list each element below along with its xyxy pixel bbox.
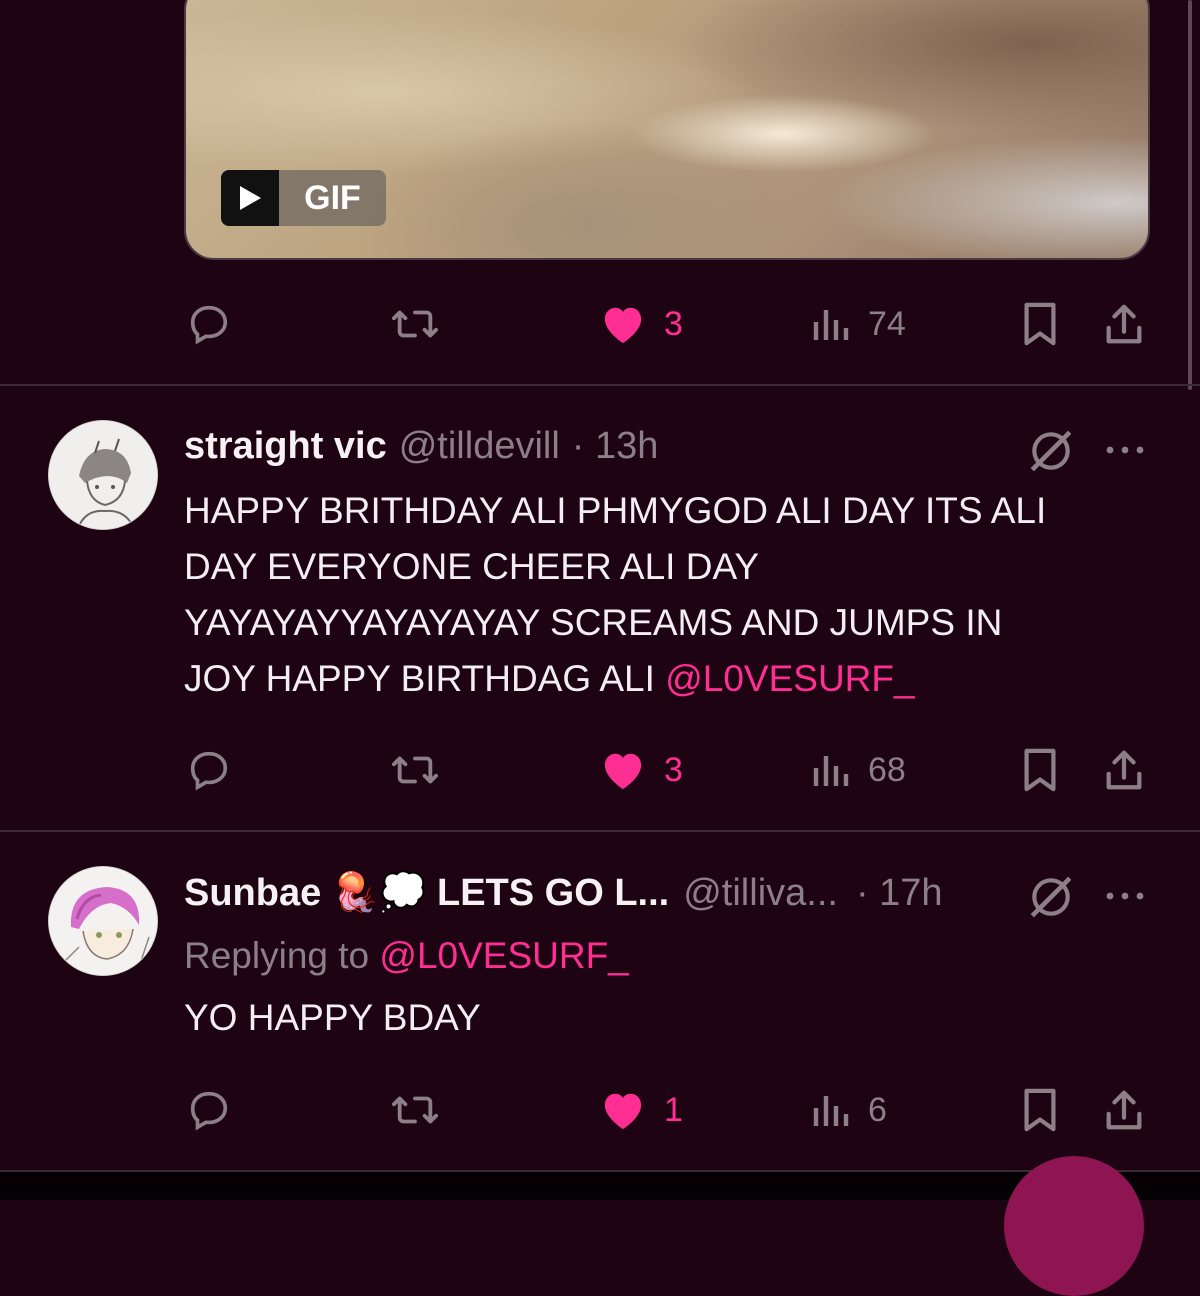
repost-icon (392, 310, 439, 338)
bookmark-icon (1024, 1088, 1056, 1132)
reply-button[interactable] (186, 740, 232, 800)
handle[interactable]: @tilliva... (683, 872, 838, 915)
reply-button[interactable] (186, 1080, 232, 1140)
grok-icon[interactable] (1026, 872, 1076, 922)
bookmark-icon (1024, 302, 1056, 346)
like-button[interactable]: 3 (600, 294, 683, 354)
play-icon[interactable] (221, 170, 279, 226)
replying-to: Replying to @L0VESURF_ (184, 928, 1144, 984)
views-icon (813, 1096, 849, 1126)
timestamp[interactable]: · 17h (856, 872, 943, 915)
divider (0, 830, 1200, 832)
repost-button[interactable] (388, 740, 442, 800)
views-count: 68 (868, 750, 906, 789)
more-icon[interactable] (1104, 440, 1146, 460)
share-button[interactable] (1102, 740, 1146, 800)
views-count: 6 (868, 1090, 887, 1129)
like-button[interactable]: 1 (600, 1080, 683, 1140)
display-name[interactable]: straight vic (184, 425, 387, 468)
bookmark-button[interactable] (1020, 1080, 1060, 1140)
tweet-header: Sunbae 🪼💭 LETS GO L... @tilliva... · 17h (184, 871, 943, 915)
mention-link[interactable]: @L0VESURF_ (665, 658, 914, 699)
more-icon[interactable] (1104, 886, 1146, 906)
like-button[interactable]: 3 (600, 740, 683, 800)
views-button[interactable]: 6 (810, 1080, 887, 1140)
replying-prefix: Replying to (184, 935, 380, 976)
share-icon (1106, 750, 1142, 790)
reply-icon (190, 1091, 228, 1131)
repost-button[interactable] (388, 294, 442, 354)
views-icon (813, 756, 849, 786)
tweet-text-line: YAYAYAYYAYAYAYAY SCREAMS AND JUMPS IN (184, 602, 1003, 643)
views-count: 74 (868, 304, 906, 343)
gif-label: GIF (279, 170, 386, 226)
reply-button[interactable] (186, 294, 232, 354)
views-icon (813, 310, 849, 340)
views-button[interactable]: 68 (810, 740, 906, 800)
repost-icon (392, 1096, 439, 1124)
avatar[interactable] (48, 866, 158, 976)
tweet-header: straight vic @tilldevill · 13h (184, 425, 658, 468)
tweet-text-line: HAPPY BRITHDAY ALI PHMYGOD ALI DAY ITS A… (184, 490, 1047, 531)
tweet-actions: 3 74 (0, 294, 1200, 354)
bookmark-icon (1024, 748, 1056, 792)
timestamp[interactable]: · 13h (572, 425, 659, 468)
bookmark-button[interactable] (1020, 740, 1060, 800)
grok-icon[interactable] (1026, 426, 1076, 476)
bookmark-button[interactable] (1020, 294, 1060, 354)
like-count: 1 (664, 1090, 683, 1129)
avatar[interactable] (48, 420, 158, 530)
repost-button[interactable] (388, 1080, 442, 1140)
gif-badge[interactable]: GIF (221, 170, 386, 226)
tweet-text: HAPPY BRITHDAY ALI PHMYGOD ALI DAY ITS A… (184, 483, 1144, 707)
display-name[interactable]: Sunbae 🪼💭 LETS GO L... (184, 871, 669, 915)
reply-icon (190, 751, 228, 791)
divider (0, 384, 1200, 386)
reply-icon (190, 305, 228, 345)
compose-button[interactable] (1004, 1156, 1144, 1296)
tweet-text-fragment: JOY HAPPY BIRTHDAG ALI (184, 658, 666, 699)
views-button[interactable]: 74 (810, 294, 906, 354)
tweet-text-line: DAY EVERYONE CHEER ALI DAY (184, 546, 760, 587)
tweet-text-line: JOY HAPPY BIRTHDAG ALI @L0VESURF_ (184, 651, 1144, 707)
repost-icon (392, 756, 439, 784)
share-button[interactable] (1102, 294, 1146, 354)
handle[interactable]: @tilldevill (399, 425, 560, 468)
like-icon (604, 1093, 642, 1130)
share-icon (1106, 1090, 1142, 1130)
like-count: 3 (664, 750, 683, 789)
tweet-actions: 3 68 (0, 740, 1200, 800)
mention-link[interactable]: @L0VESURF_ (379, 935, 628, 976)
tweet-text: YO HAPPY BDAY (184, 997, 481, 1038)
share-button[interactable] (1102, 1080, 1146, 1140)
gif-media[interactable]: GIF (184, 0, 1150, 260)
like-icon (604, 753, 642, 790)
share-icon (1106, 304, 1142, 344)
like-icon (604, 307, 642, 344)
tweet-actions: 1 6 (0, 1080, 1200, 1140)
like-count: 3 (664, 304, 683, 343)
